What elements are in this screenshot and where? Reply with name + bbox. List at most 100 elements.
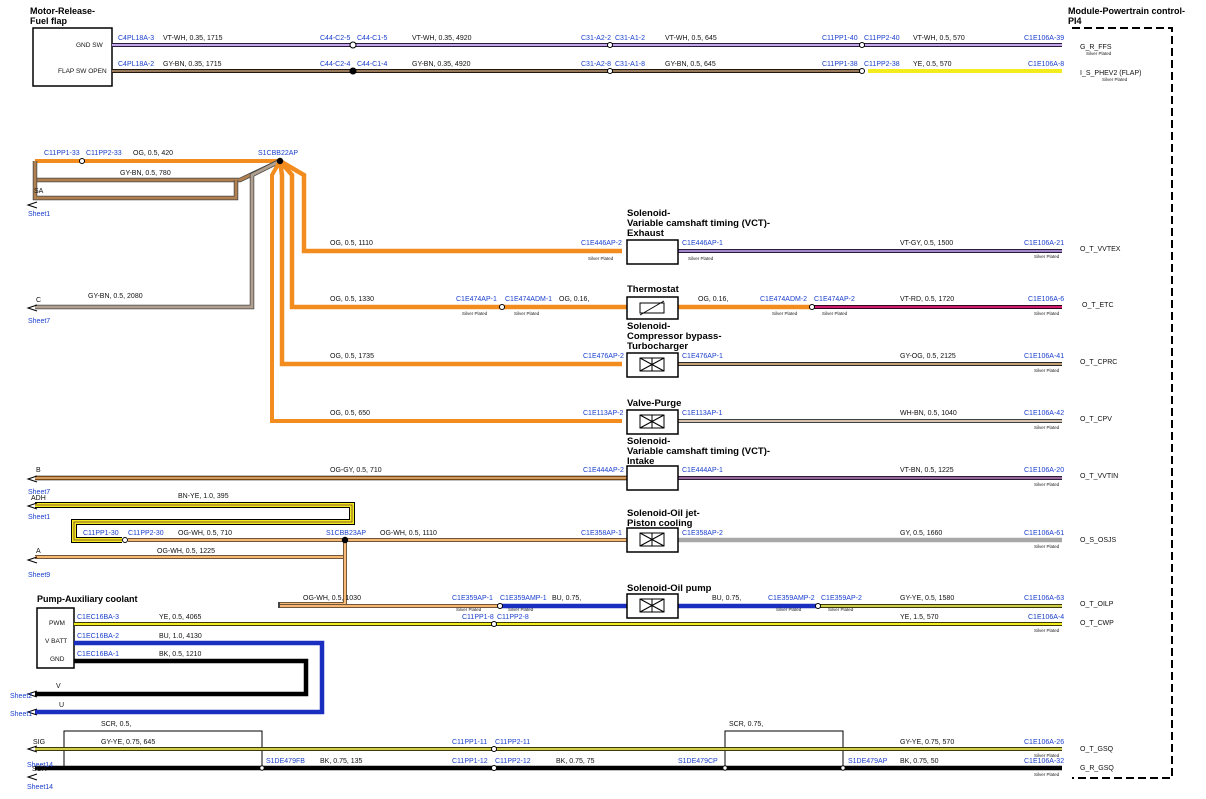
label-sheet9: Sheet9 <box>28 572 50 579</box>
label-sheet14-b: Sheet14 <box>27 784 53 791</box>
silver-oilp-b: Silver Plated <box>508 607 534 612</box>
label-c11pp1-33: C11PP1-33 <box>44 150 80 157</box>
vct-exhaust-solenoid <box>626 239 679 265</box>
conn-c1e474ap-1 <box>499 304 505 310</box>
label-v: V <box>56 683 61 690</box>
pin-o-s-osjs: O_S_OSJS <box>1080 537 1117 544</box>
cbp-title-3: Turbocharger <box>627 341 688 352</box>
pin-gnd: GND <box>50 656 65 663</box>
label-c1e474adm-2: C1E474ADM-2 <box>760 296 807 303</box>
silver-vvtex-a: Silver Plated <box>588 256 614 261</box>
conn-c11pp-30 <box>122 537 128 543</box>
conn-c11pp-33 <box>79 158 85 164</box>
pin-pwm: PWM <box>49 620 65 627</box>
wiring-diagram: Motor-Release- Fuel flap Module-Powertra… <box>10 6 1185 791</box>
label-s1de479cp: S1DE479CP <box>678 758 718 765</box>
label-og-016a: OG, 0.16, <box>559 296 589 303</box>
label-c1e106a-21: C1E106A-21 <box>1024 240 1064 247</box>
fuel-flap-title-1: Motor-Release- <box>30 6 95 16</box>
vct-intake-solenoid <box>626 465 679 491</box>
label-c1ec16ba-1: C1EC16BA-1 <box>77 651 119 658</box>
pin-o-t-etc: O_T_ETC <box>1082 302 1114 309</box>
label-bk-50: BK, 0.75, 50 <box>900 758 939 765</box>
sheet-arrow-scr <box>26 773 38 781</box>
label-c4pl18a-3: C4PL18A-3 <box>118 35 154 42</box>
label-gy-og-2125: GY-OG, 0.5, 2125 <box>900 353 956 360</box>
conn-c1e359ap-2 <box>815 603 821 609</box>
label-c11pp1-11: C11PP1-11 <box>452 739 487 746</box>
silver-cpv: Silver Plated <box>1034 425 1060 430</box>
pin-o-t-gsq: O_T_GSQ <box>1080 746 1114 753</box>
label-gy-ye-645: GY-YE, 0.75, 645 <box>101 739 155 746</box>
label-c11pp2-30: C11PP2-30 <box>128 530 164 537</box>
silver-vvtin: Silver Plated <box>1034 482 1060 487</box>
silver-gsq-b: Silver Plated <box>1034 772 1060 777</box>
silver-cprc: Silver Plated <box>1034 368 1060 373</box>
label-c1e106a-39: C1E106A-39 <box>1024 35 1064 42</box>
label-c31-a2-8: C31-A2-8 <box>581 61 611 68</box>
label-c11pp2-38: C11PP2-38 <box>864 61 900 68</box>
label-ye-570: YE, 1.5, 570 <box>900 614 939 621</box>
label-wire-645: VT-WH, 0.5, 645 <box>665 35 717 42</box>
label-bk-135: BK, 0.75, 135 <box>320 758 363 765</box>
label-c11pp2-11: C11PP2-11 <box>495 739 530 746</box>
label-bu-075a: BU, 0.75, <box>552 595 581 602</box>
pin-g-r-gsq: G_R_GSQ <box>1080 765 1114 772</box>
label-gy-bn-2080: GY-BN, 0.5, 2080 <box>88 293 143 300</box>
pcm-module-box <box>1072 27 1173 779</box>
conn-c11pp-8 <box>491 621 497 627</box>
label-c1e106a-20: C1E106A-20 <box>1024 467 1064 474</box>
label-vt-rd-1720: VT-RD, 0.5, 1720 <box>900 296 954 303</box>
label-c1e359amp-2: C1E359AMP-2 <box>768 595 815 602</box>
label-og-gy-710: OG-GY, 0.5, 710 <box>330 467 382 474</box>
label-s1de479ap: S1DE479AP <box>848 758 888 765</box>
label-vt-bn-1225: VT-BN, 0.5, 1225 <box>900 467 954 474</box>
pcm-title-2: PI4 <box>1068 16 1082 26</box>
label-vt-gy-1500: VT-GY, 0.5, 1500 <box>900 240 953 247</box>
oilpump-title: Solenoid-Oil pump <box>627 583 712 594</box>
label-sheet1-a: Sheet1 <box>28 211 50 218</box>
silver-etc-e: Silver Plated <box>1034 311 1060 316</box>
label-wire-570b: YE, 0.5, 570 <box>913 61 952 68</box>
label-sheet2: Sheet2 <box>10 693 32 700</box>
label-b: B <box>36 467 41 474</box>
label-adh: ADH <box>31 495 46 502</box>
label-og-wh-710: OG-WH, 0.5, 710 <box>178 530 232 537</box>
label-c31-a1-2: C31-A1-2 <box>615 35 645 42</box>
silver-etc-b: Silver Plated <box>514 311 540 316</box>
label-s1cbb22ap: S1CBB22AP <box>258 150 298 157</box>
label-c1e359ap-2: C1E359AP-2 <box>821 595 862 602</box>
label-scr: SCR <box>32 766 47 773</box>
sheet-arrow-a <box>26 556 38 564</box>
label-wh-bn-1040: WH-BN, 0.5, 1040 <box>900 410 957 417</box>
label-c1e358ap-1: C1E358AP-1 <box>581 530 622 537</box>
label-ye-4065: YE, 0.5, 4065 <box>159 614 202 621</box>
label-c31-a2-2: C31-A2-2 <box>581 35 611 42</box>
conn-c1e474ap-2 <box>809 304 815 310</box>
splice-s1cbb22ap <box>276 157 284 165</box>
label-c1e359amp-1: C1E359AMP-1 <box>500 595 547 602</box>
label-og-1110: OG, 0.5, 1110 <box>330 240 373 247</box>
label-sheet7-a: Sheet7 <box>28 318 50 325</box>
pin-v-batt: V BATT <box>45 638 67 645</box>
label-c1e474ap-1: C1E474AP-1 <box>456 296 497 303</box>
label-gy-1660: GY, 0.5, 1660 <box>900 530 942 537</box>
label-c11pp1-12: C11PP1-12 <box>452 758 488 765</box>
orange-feed-wires <box>32 158 622 423</box>
pump-title: Pump-Auxiliary coolant <box>37 594 138 604</box>
label-og-1330: OG, 0.5, 1330 <box>330 296 374 303</box>
fuel-flap-motor-box <box>32 27 113 87</box>
silver-osjs: Silver Plated <box>1034 544 1060 549</box>
label-bk-75: BK, 0.75, 75 <box>556 758 595 765</box>
silver-etc-d: Silver Plated <box>822 311 848 316</box>
label-c11pp1-8: C11PP1-8 <box>462 614 494 621</box>
label-og-016b: OG, 0.16, <box>698 296 728 303</box>
label-scr-075: SCR, 0.75, <box>729 721 763 728</box>
label-c11pp2-33: C11PP2-33 <box>86 150 122 157</box>
splice-s1de479fb <box>259 765 265 771</box>
label-c1e474adm-1: C1E474ADM-1 <box>505 296 552 303</box>
label-c1e446ap-1: C1E446AP-1 <box>682 240 723 247</box>
silver-plated-2: Silver Plated <box>1102 77 1128 82</box>
label-c1e113ap-1: C1E113AP-1 <box>682 410 722 417</box>
label-sheet1-b: Sheet1 <box>28 514 50 521</box>
